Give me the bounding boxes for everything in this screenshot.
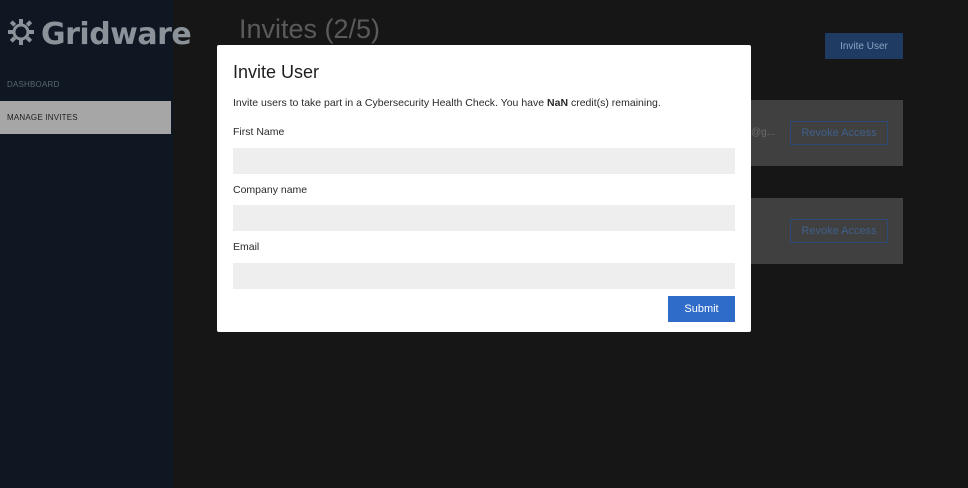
revoke-access-button[interactable]: Revoke Access [790, 219, 888, 243]
invite-user-button[interactable]: Invite User [825, 33, 903, 59]
description-suffix: credit(s) remaining. [568, 97, 661, 109]
modal-description: Invite users to take part in a Cybersecu… [233, 97, 661, 109]
invite-card: Revoke Access [733, 198, 903, 264]
invite-card: @g... Revoke Access [733, 100, 903, 166]
modal-title: Invite User [233, 62, 320, 82]
credits-count: NaN [547, 97, 569, 109]
logo-text: Gridware [41, 16, 192, 52]
revoke-access-button[interactable]: Revoke Access [790, 121, 888, 145]
company-name-field[interactable] [233, 205, 735, 231]
submit-button[interactable]: Submit [668, 296, 735, 322]
first-name-label: First Name [233, 126, 285, 138]
email-field[interactable] [233, 263, 735, 289]
sidebar-item-dashboard[interactable]: DASHBOARD [0, 68, 171, 101]
sidebar: Gridware DASHBOARD MANAGE INVITES [0, 0, 192, 488]
sidebar-item-manage-invites[interactable]: MANAGE INVITES [0, 101, 171, 134]
first-name-field[interactable] [233, 148, 735, 174]
invite-user-modal: Invite User Invite users to take part in… [217, 45, 751, 332]
invite-email: @g... [751, 127, 776, 138]
description-prefix: Invite users to take part in a Cybersecu… [233, 97, 548, 109]
company-name-label: Company name [233, 184, 308, 196]
logo[interactable]: Gridware [7, 14, 192, 54]
email-label: Email [233, 241, 260, 253]
page-title: Invites (2/5) [239, 14, 381, 44]
gear-logo-icon [7, 18, 35, 51]
